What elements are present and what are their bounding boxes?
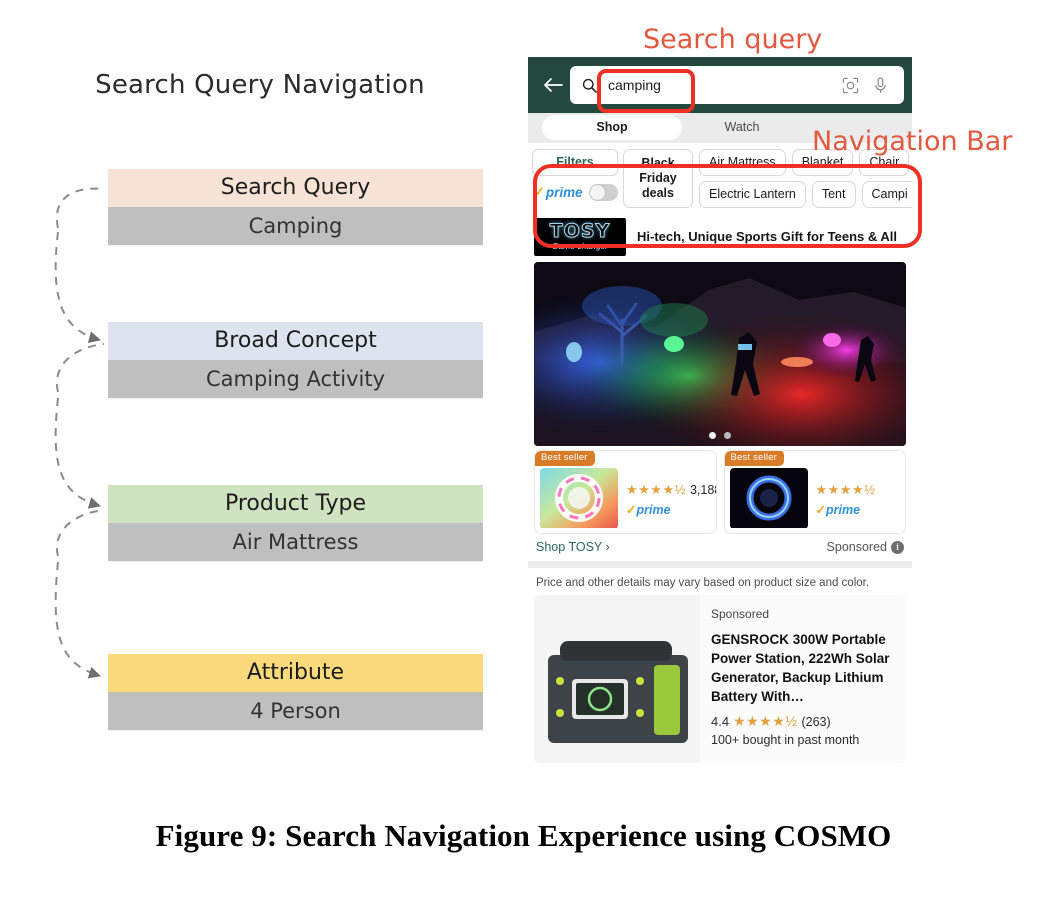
- carousel-dot[interactable]: [724, 432, 731, 439]
- concept-label: Broad Concept: [108, 322, 483, 360]
- sponsored-indicator[interactable]: Sponsored i: [827, 540, 904, 554]
- sponsored-label: Sponsored: [711, 607, 770, 621]
- sponsored-label: Sponsored: [826, 540, 887, 554]
- concept-value: Air Mattress: [108, 523, 483, 561]
- concept-label: Product Type: [108, 485, 483, 523]
- product-card[interactable]: Best seller ★★★★½ 3,18 ✓prime: [534, 450, 717, 534]
- concept-label: Search Query: [108, 169, 483, 207]
- rating-row: ★★★★½: [816, 481, 902, 499]
- product-meta: ★★★★½3,188 ✓prime: [618, 451, 716, 533]
- prime-badge: ✓prime: [816, 502, 902, 517]
- bought-note: 100+ bought in past month: [711, 733, 860, 747]
- search-header-bar: camping: [528, 57, 912, 113]
- section-divider: [528, 561, 912, 568]
- figure-caption: Figure 9: Search Navigation Experience u…: [155, 818, 892, 853]
- check-icon: ✓: [815, 503, 826, 517]
- tab-watch[interactable]: Watch: [682, 115, 802, 140]
- concept-value: Camping: [108, 207, 483, 245]
- rating-score: 4.4: [711, 714, 730, 729]
- shop-tosy-link[interactable]: Shop TOSY ›: [536, 540, 610, 554]
- sponsored-product-image: [534, 595, 700, 763]
- sponsored-product-card[interactable]: Sponsored GENSROCK 300W Portable Power S…: [534, 595, 906, 763]
- carousel-dots: [534, 432, 906, 439]
- annotation-box-search-query: [597, 69, 695, 113]
- product-thumbnail: [540, 468, 618, 529]
- star-rating-icon: ★★★★½: [626, 482, 686, 497]
- star-rating-icon: ★★★★½: [733, 713, 798, 729]
- sponsored-product-info: Sponsored GENSROCK 300W Portable Power S…: [700, 595, 906, 763]
- annotation-box-navigation-bar: [533, 164, 922, 248]
- search-icon: [579, 78, 599, 93]
- camera-lens-icon[interactable]: [835, 77, 865, 94]
- concept-level-product-type: Product Type Air Mattress: [108, 485, 483, 561]
- microphone-icon[interactable]: [865, 77, 895, 94]
- concept-level-search-query: Search Query Camping: [108, 169, 483, 245]
- info-icon[interactable]: i: [891, 540, 904, 554]
- product-title[interactable]: GENSROCK 300W Portable Power Station, 22…: [711, 630, 898, 706]
- review-count: 3,188: [689, 483, 716, 497]
- concept-value: 4 Person: [108, 692, 483, 730]
- concept-value: Camping Activity: [108, 360, 483, 398]
- check-icon: ✓: [626, 503, 637, 517]
- star-rating-icon: ★★★★½: [815, 482, 876, 497]
- rating-row[interactable]: 4.4 ★★★★½ (263): [711, 713, 898, 730]
- prime-label: prime: [825, 503, 861, 517]
- annotation-navigation-bar: Navigation Bar: [812, 126, 1013, 157]
- review-count: (263): [801, 714, 831, 729]
- product-cards-row: Best seller ★★★★½ 3,18 ✓prime Best selle…: [528, 446, 912, 534]
- concept-label: Attribute: [108, 654, 483, 692]
- product-meta: ★★★★½ ✓prime: [808, 451, 906, 533]
- hero-product-image[interactable]: [534, 262, 906, 446]
- back-arrow-icon[interactable]: [536, 77, 570, 93]
- best-seller-badge: Best seller: [534, 451, 595, 466]
- prime-badge: ✓prime: [626, 502, 716, 517]
- price-disclaimer: Price and other details may vary based o…: [536, 577, 870, 589]
- concept-level-broad-concept: Broad Concept Camping Activity: [108, 322, 483, 398]
- concept-level-attribute: Attribute 4 Person: [108, 654, 483, 730]
- product-card[interactable]: Best seller ★★★★½ ✓prime: [723, 450, 906, 534]
- tab-shop[interactable]: Shop: [542, 114, 682, 140]
- best-seller-badge: Best seller: [724, 451, 785, 466]
- rating-row: ★★★★½3,188: [626, 481, 716, 499]
- search-query-navigation-diagram: Search Query Navigation Search Query Cam…: [0, 0, 520, 800]
- shop-brand-row: Shop TOSY › Sponsored i: [528, 534, 912, 561]
- prime-label: prime: [636, 503, 671, 517]
- product-thumbnail: [729, 468, 808, 529]
- carousel-dot[interactable]: [709, 432, 716, 439]
- annotation-search-query: Search query: [643, 24, 823, 55]
